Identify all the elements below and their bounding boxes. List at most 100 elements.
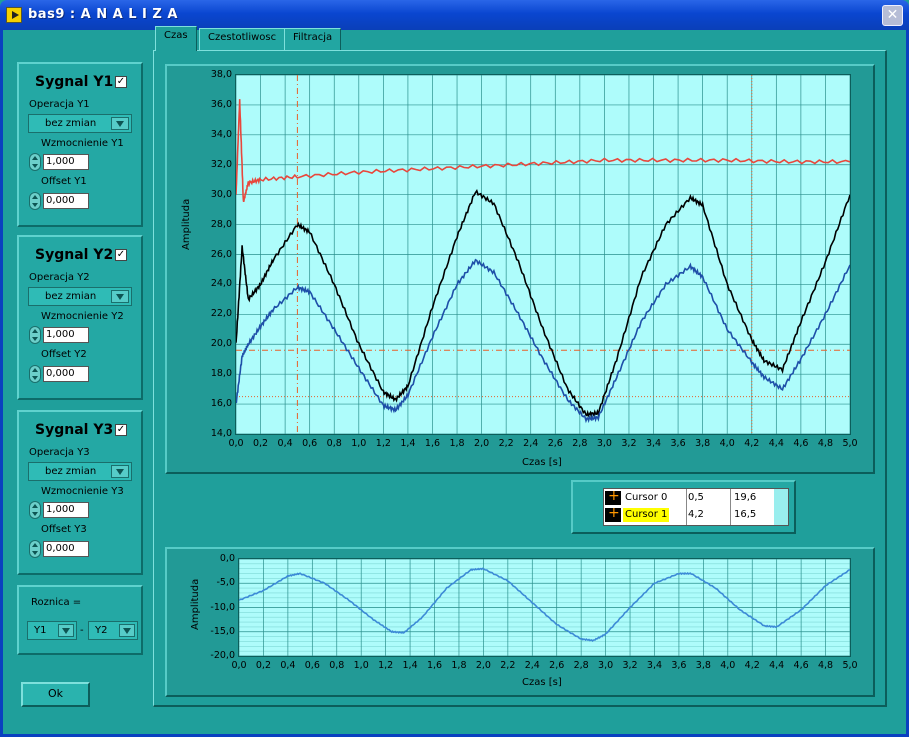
spinner-icon[interactable]: [29, 365, 41, 383]
difference-label: Roznica =: [31, 597, 82, 608]
dropdown-arrow-icon[interactable]: [111, 117, 129, 130]
gain-label: Wzmocnienie Y3: [41, 486, 124, 497]
signal-title: Sygnal Y2: [35, 247, 114, 263]
column-divider: [730, 489, 731, 525]
dropdown-arrow-icon[interactable]: [111, 465, 129, 478]
cursor-crosshair-icon[interactable]: [605, 488, 621, 505]
gain-label: Wzmocnienie Y1: [41, 138, 124, 149]
time-graph-svg: [236, 75, 850, 434]
spinner-icon[interactable]: [29, 501, 41, 519]
difference-graph-ylabel: Amplituda: [190, 578, 201, 630]
y-tick-label: 24,0: [210, 278, 232, 290]
time-graph-ylabel: Amplituda: [181, 198, 192, 250]
operation-label: Operacja Y3: [29, 447, 90, 458]
difference-left-select[interactable]: Y1: [27, 621, 77, 640]
signal-title: Sygnal Y3: [35, 422, 114, 438]
cursor-scrollbar[interactable]: [774, 489, 788, 525]
signal-panel-y1: Sygnal Y1 ✓ Operacja Y1 bez zmian Wzmocn…: [17, 62, 143, 227]
gain-value[interactable]: 1,000: [43, 502, 89, 518]
tab-czas[interactable]: Czas: [155, 26, 197, 51]
offset-label: Offset Y3: [41, 524, 87, 535]
y-tick-label: 22,0: [210, 308, 232, 320]
y-tick-label: 20,0: [210, 338, 232, 350]
cursor-crosshair-icon[interactable]: [605, 505, 621, 522]
signal-enable-checkbox[interactable]: ✓: [115, 76, 127, 88]
offset-label: Offset Y1: [41, 176, 87, 187]
operation-value: bez zmian: [45, 118, 97, 129]
labview-app-icon: [6, 7, 22, 23]
operation-select[interactable]: bez zmian: [28, 287, 132, 306]
offset-value[interactable]: 0,000: [43, 541, 89, 557]
cursor-row-1[interactable]: Cursor 1 4,2 16,5: [604, 505, 790, 523]
signal-panel-y3: Sygnal Y3 ✓ Operacja Y3 bez zmian Wzmocn…: [17, 410, 143, 575]
x-tick-label: 5,0: [842, 660, 858, 671]
operation-select[interactable]: bez zmian: [28, 114, 132, 133]
y-tick-label: 18,0: [210, 368, 232, 380]
offset-value[interactable]: 0,000: [43, 366, 89, 382]
y-tick-label: -5,0: [216, 577, 235, 589]
difference-graph-svg: [239, 559, 850, 656]
series-line: [236, 99, 850, 203]
y-tick-label: 36,0: [210, 98, 232, 110]
difference-graph-plot[interactable]: [238, 558, 851, 657]
operation-value: bez zmian: [45, 291, 97, 302]
y-tick-label: 32,0: [210, 158, 232, 170]
cursor-x-value: 0,5: [688, 492, 704, 503]
dropdown-arrow-icon[interactable]: [111, 290, 129, 303]
series-line: [236, 258, 850, 424]
spinner-icon[interactable]: [29, 540, 41, 558]
difference-left-value: Y1: [34, 625, 47, 636]
difference-graph-xlabel: Czas [s]: [522, 677, 562, 688]
cursor-row-0[interactable]: Cursor 0 0,5 19,6: [604, 488, 790, 506]
x-tick-label: 5,0: [842, 438, 858, 449]
cursor-table: Cursor 0 0,5 19,6 Cursor 1 4,2 16,5: [603, 488, 789, 526]
column-divider: [686, 489, 687, 525]
gain-value[interactable]: 1,000: [43, 154, 89, 170]
gain-value[interactable]: 1,000: [43, 327, 89, 343]
y-tick-label: 0,0: [219, 553, 235, 564]
operation-value: bez zmian: [45, 466, 97, 477]
cursor-y-value: 19,6: [734, 492, 757, 503]
title-bar: bas9 : A N A L I Z A ✕: [0, 0, 909, 30]
cursor-legend: Cursor 0 0,5 19,6 Cursor 1 4,2 16,5: [571, 480, 796, 534]
dropdown-arrow-icon[interactable]: [119, 624, 135, 637]
series-line: [239, 567, 850, 642]
spinner-icon[interactable]: [29, 192, 41, 210]
y-tick-label: 26,0: [210, 248, 232, 260]
close-button[interactable]: ✕: [882, 5, 903, 26]
cursor-name: Cursor 1: [623, 508, 670, 522]
ok-button[interactable]: Ok: [21, 682, 90, 707]
gain-label: Wzmocnienie Y2: [41, 311, 124, 322]
time-graph-xlabel: Czas [s]: [522, 457, 562, 468]
cursor-x-value: 4,2: [688, 509, 704, 520]
window-title: bas9 : A N A L I Z A: [28, 7, 178, 22]
y-tick-label: 16,0: [210, 398, 232, 410]
signal-enable-checkbox[interactable]: ✓: [115, 424, 127, 436]
y-tick-label: 28,0: [210, 218, 232, 230]
y-tick-label: -15,0: [210, 625, 235, 637]
y-tick-label: -10,0: [210, 601, 235, 613]
y-tick-label: 38,0: [210, 69, 232, 80]
cursor-y-value: 16,5: [734, 509, 757, 520]
operation-select[interactable]: bez zmian: [28, 462, 132, 481]
y-tick-label: 30,0: [210, 188, 232, 200]
tab-czestotliwosc[interactable]: Czestotliwosc: [199, 28, 286, 50]
signal-enable-checkbox[interactable]: ✓: [115, 249, 127, 261]
tab-filtracja[interactable]: Filtracja: [284, 28, 342, 50]
signal-panel-y2: Sygnal Y2 ✓ Operacja Y2 bez zmian Wzmocn…: [17, 235, 143, 400]
y-tick-label: 34,0: [210, 128, 232, 140]
difference-right-value: Y2: [95, 625, 108, 636]
offset-label: Offset Y2: [41, 349, 87, 360]
time-graph-plot[interactable]: [235, 74, 851, 435]
spinner-icon[interactable]: [29, 326, 41, 344]
difference-right-select[interactable]: Y2: [88, 621, 138, 640]
offset-value[interactable]: 0,000: [43, 193, 89, 209]
cursor-name: Cursor 0: [625, 492, 668, 503]
difference-panel: Roznica = Y1 - Y2: [17, 585, 143, 655]
signal-title: Sygnal Y1: [35, 74, 114, 90]
operation-label: Operacja Y2: [29, 272, 90, 283]
operation-label: Operacja Y1: [29, 99, 90, 110]
spinner-icon[interactable]: [29, 153, 41, 171]
minus-sign: -: [80, 625, 84, 636]
dropdown-arrow-icon[interactable]: [58, 624, 74, 637]
